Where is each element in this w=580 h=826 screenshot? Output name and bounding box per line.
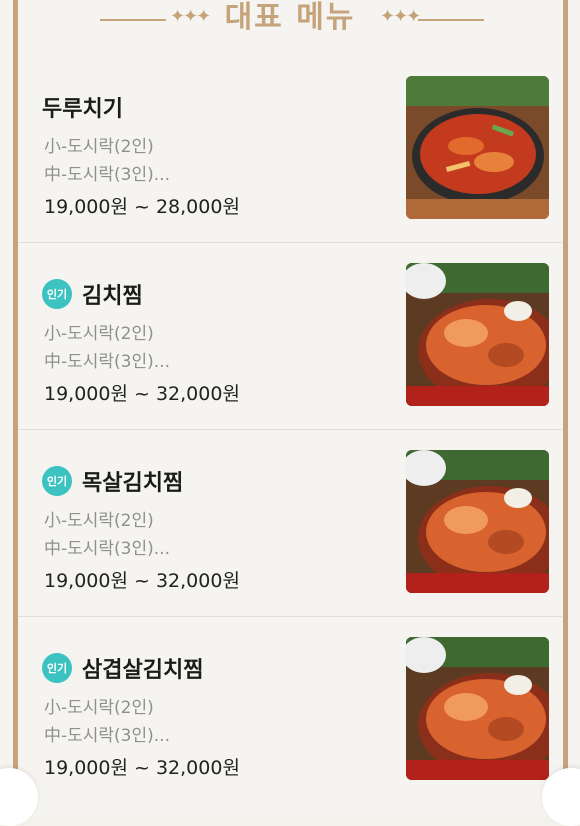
header-line-right bbox=[418, 19, 484, 21]
stir-fry-pan-icon bbox=[406, 76, 549, 219]
menu-item-option-1: 小-도시락(2인) bbox=[44, 698, 154, 718]
menu-item-option-2: 中-도시락(3인)... bbox=[44, 352, 170, 372]
menu-item-name: 김치찜 bbox=[82, 284, 143, 309]
section-title: 대표 메뉴 bbox=[224, 0, 356, 35]
menu-item-samgyeopsal-kimchi-jjim[interactable]: 인기 삼겹살김치찜 小-도시락(2인) 中-도시락(3인)... 19,000원… bbox=[18, 617, 562, 803]
right-border bbox=[563, 0, 568, 788]
menu-item-moksal-kimchi-jjim[interactable]: 인기 목살김치찜 小-도시락(2인) 中-도시락(3인)... 19,000원 … bbox=[18, 430, 562, 617]
menu-item-price: 19,000원 ~ 32,000원 bbox=[44, 570, 240, 592]
menu-item-option-1: 小-도시락(2인) bbox=[44, 137, 154, 157]
menu-item-price: 19,000원 ~ 28,000원 bbox=[44, 196, 240, 218]
section-header: ✦✦✦ 대표 메뉴 ✦✦✦ bbox=[0, 0, 580, 40]
menu-item-option-2: 中-도시락(3인)... bbox=[44, 539, 170, 559]
menu-item-option-1: 小-도시락(2인) bbox=[44, 511, 154, 531]
kimchi-stew-image[interactable] bbox=[406, 263, 549, 406]
kimchi-stew-image[interactable] bbox=[406, 450, 549, 593]
menu-item-name: 목살김치찜 bbox=[82, 471, 184, 496]
kimchi-stew-icon bbox=[406, 637, 549, 780]
menu-item-name: 삼겹살김치찜 bbox=[82, 658, 204, 683]
menu-item-price: 19,000원 ~ 32,000원 bbox=[44, 757, 240, 779]
popular-badge: 인기 bbox=[42, 466, 72, 496]
stir-fry-pan-image[interactable] bbox=[406, 76, 549, 219]
kimchi-stew-icon bbox=[406, 450, 549, 593]
kimchi-stew-icon bbox=[406, 263, 549, 406]
kimchi-stew-image[interactable] bbox=[406, 637, 549, 780]
menu-item-kimchi-jjim[interactable]: 인기 김치찜 小-도시락(2인) 中-도시락(3인)... 19,000원 ~ … bbox=[18, 243, 562, 430]
menu-item-option-1: 小-도시락(2인) bbox=[44, 324, 154, 344]
menu-panel: ✦✦✦ 대표 메뉴 ✦✦✦ 두루치기 小-도시락(2인) 中-도시락(3인)..… bbox=[0, 0, 580, 826]
menu-item-option-2: 中-도시락(3인)... bbox=[44, 165, 170, 185]
menu-item-name: 두루치기 bbox=[42, 97, 123, 122]
menu-item-price: 19,000원 ~ 32,000원 bbox=[44, 383, 240, 405]
menu-item-duruchigi[interactable]: 두루치기 小-도시락(2인) 中-도시락(3인)... 19,000원 ~ 28… bbox=[18, 56, 562, 243]
popular-badge: 인기 bbox=[42, 279, 72, 309]
ornament-right-icon: ✦✦✦ bbox=[380, 6, 421, 27]
menu-item-option-2: 中-도시락(3인)... bbox=[44, 726, 170, 746]
popular-badge: 인기 bbox=[42, 653, 72, 683]
